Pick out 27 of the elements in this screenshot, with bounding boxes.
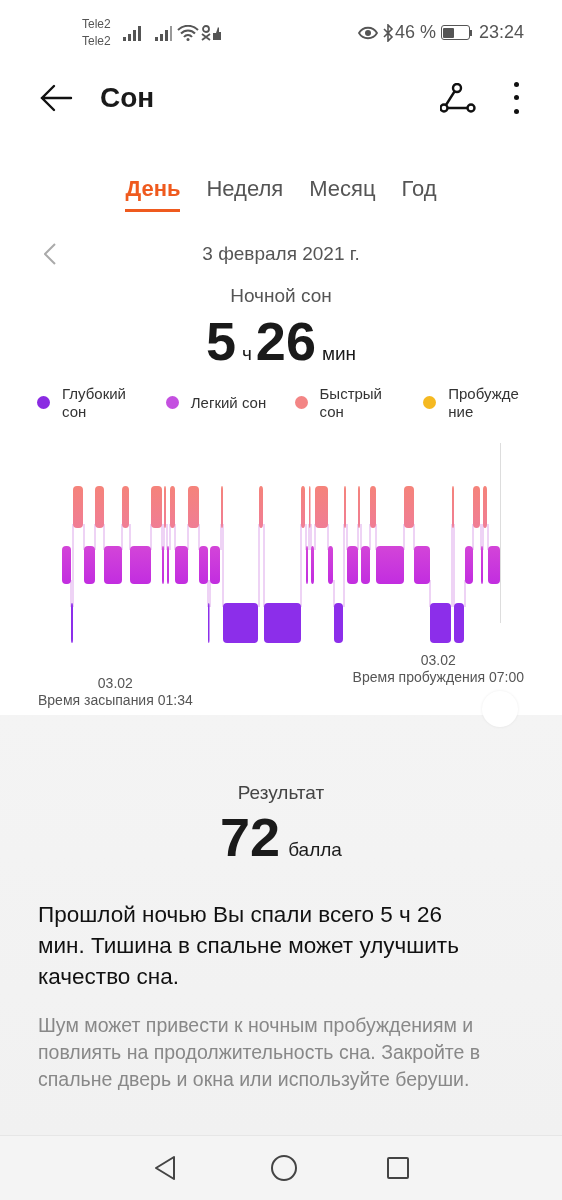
period-tab[interactable]: Год [401,168,437,212]
sleep-hours: 5 [205,310,236,371]
result-label: Результат [237,780,325,805]
sleep-date: 03.02 [97,674,133,692]
minutes-unit: мин [321,341,357,366]
carrier-name: Tele2 [82,15,111,33]
summary-label: Ночной сон [230,284,332,308]
carrier-name: Tele2 [82,32,111,50]
date-label: 3 февраля 2021 г. [202,241,360,266]
clock: 23:24 [478,21,524,44]
period-tab[interactable]: Неделя [206,168,284,212]
battery-percent: 46 % [394,21,436,44]
wake-date: 03.02 [420,651,456,669]
page-title: Сон [100,80,156,115]
sleep-minutes: 26 [255,310,316,371]
advice-text: Шум может привести к ночным пробуждениям и повлиять на продолжительность сна. Закройте в спальне дверь и окна или используйте беруши. [38,1013,482,1092]
period-tab[interactable]: Месяц [309,168,376,212]
legend-label: Быстрый сон [319,384,382,421]
legend-label: Пробужде ние [448,384,519,421]
wake-time: Время пробуждения 07:00 [352,668,524,686]
advice-headline: Прошлой ночью Вы спали всего 5 ч 26 мин. Тишина в спальне может улучшить качество сна. [38,901,460,991]
score-unit: балла [288,838,342,862]
score-value: 72 [220,807,281,867]
sleep-time: Время засыпания 01:34 [38,691,193,709]
hours-unit: ч [241,341,252,366]
legend-label: Глубокий сон [62,384,126,421]
legend-label: Легкий сон [190,393,267,412]
